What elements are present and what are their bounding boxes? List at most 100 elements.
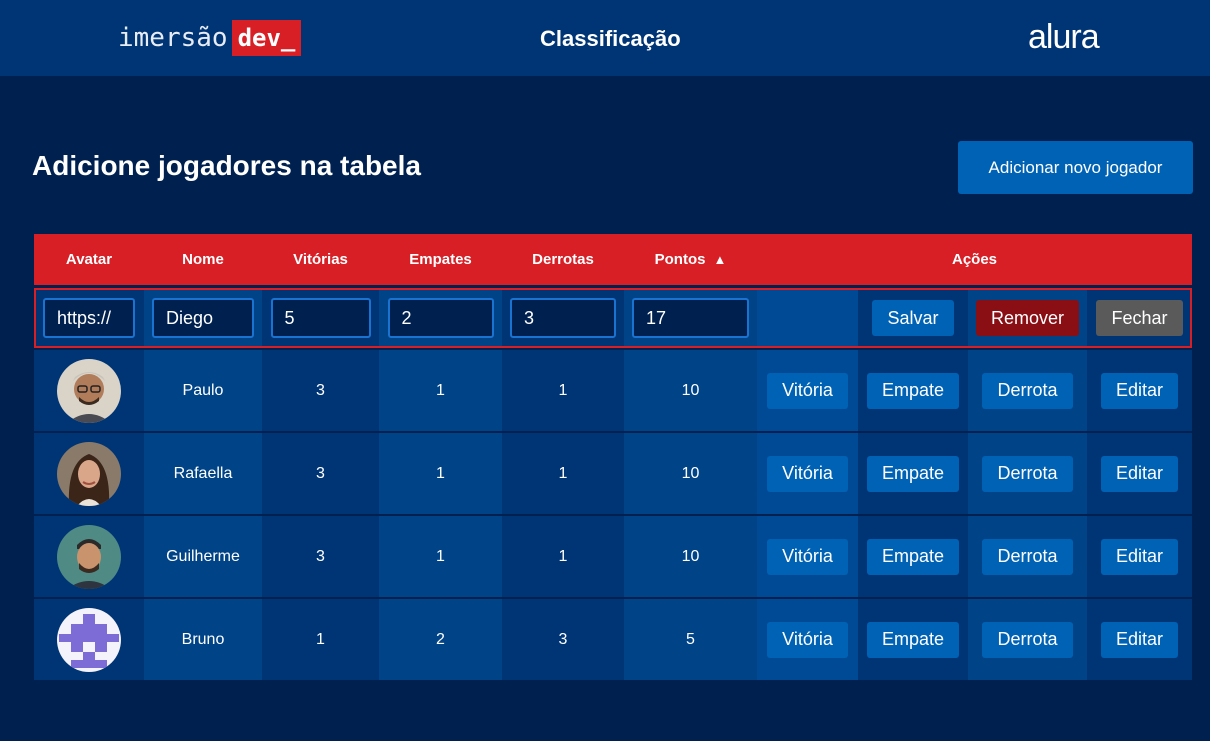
table-row: Paulo 3 1 1 10 Vitória Empate Derrota Ed…: [34, 350, 1192, 431]
header-pontos-label: Pontos: [654, 251, 706, 268]
name-cell: Paulo: [144, 350, 262, 431]
remove-button[interactable]: Remover: [975, 300, 1080, 336]
close-button[interactable]: Fechar: [1096, 300, 1183, 336]
vitorias-cell: 3: [262, 433, 379, 514]
table-row: Bruno 1 2 3 5 Vitória Empate Derrota Edi…: [34, 599, 1192, 680]
avatar-cell: [34, 599, 144, 680]
pontos-input[interactable]: [632, 298, 749, 338]
pontos-cell: 5: [624, 599, 757, 680]
action-cell: Editar: [1087, 599, 1192, 680]
defeat-button[interactable]: Derrota: [982, 621, 1073, 658]
avatar-cell: [34, 433, 144, 514]
avatar-cell: [34, 350, 144, 431]
pontos-cell: 10: [624, 516, 757, 597]
action-cell: Derrota: [968, 516, 1087, 597]
defeat-button[interactable]: Derrota: [982, 455, 1073, 492]
edit-save-cell: Salvar: [858, 288, 968, 348]
action-cell: Derrota: [968, 433, 1087, 514]
edit-remove-cell: Remover: [968, 288, 1087, 348]
derrotas-input[interactable]: [510, 298, 616, 338]
header-pontos[interactable]: Pontos ▲: [624, 251, 757, 268]
name-cell: Bruno: [144, 599, 262, 680]
action-cell: Empate: [858, 350, 968, 431]
name-input[interactable]: [152, 298, 254, 338]
empates-cell: 1: [379, 350, 502, 431]
victory-button[interactable]: Vitória: [767, 455, 848, 492]
edit-close-cell: Fechar: [1087, 288, 1192, 348]
imersao-dev-logo: imersão dev_: [118, 20, 302, 56]
draw-button[interactable]: Empate: [866, 538, 960, 575]
avatar-guilherme: [57, 524, 121, 589]
empates-cell: 1: [379, 433, 502, 514]
action-cell: Derrota: [968, 350, 1087, 431]
header-derrotas: Derrotas: [532, 251, 594, 268]
victory-button[interactable]: Vitória: [767, 372, 848, 409]
vitorias-input[interactable]: [270, 298, 371, 338]
action-cell: Vitória: [757, 433, 858, 514]
logo-word: imersão: [118, 23, 228, 53]
add-player-button[interactable]: Adicionar novo jogador: [958, 141, 1193, 194]
avatar-paulo: [57, 358, 121, 423]
pontos-cell: 10: [624, 350, 757, 431]
action-cell: Empate: [858, 599, 968, 680]
vitorias-cell: 3: [262, 350, 379, 431]
action-cell: Editar: [1087, 350, 1192, 431]
empates-input[interactable]: [387, 298, 494, 338]
edit-player-row: Salvar Remover Fechar: [34, 288, 1192, 348]
section-title: Adicione jogadores na tabela: [32, 150, 421, 181]
action-cell: Vitória: [757, 516, 858, 597]
draw-button[interactable]: Empate: [866, 621, 960, 658]
table-row: Guilherme 3 1 1 10 Vitória Empate Derrot…: [34, 516, 1192, 597]
derrotas-cell: 3: [502, 599, 624, 680]
table-row: Rafaella 3 1 1 10 Vitória Empate Derrota…: [34, 433, 1192, 514]
edit-button[interactable]: Editar: [1100, 538, 1179, 575]
action-cell: Empate: [858, 516, 968, 597]
header-avatar: Avatar: [65, 251, 113, 268]
page-title: Classificação: [540, 26, 681, 51]
action-cell: Empate: [858, 433, 968, 514]
edit-vitorias-cell: [262, 288, 379, 348]
alura-logo: alura: [1028, 18, 1100, 56]
edit-empty-cell: [757, 288, 858, 348]
avatar-bruno: [57, 607, 121, 672]
edit-derrotas-cell: [502, 288, 624, 348]
pontos-cell: 10: [624, 433, 757, 514]
defeat-button[interactable]: Derrota: [982, 372, 1073, 409]
avatar-url-input[interactable]: [43, 298, 135, 338]
header-acoes: Ações: [951, 251, 998, 268]
table-header: Avatar Nome Vitórias Empates Derrotas Po…: [34, 234, 1192, 285]
edit-avatar-cell: [34, 288, 144, 348]
logo-dev: dev_: [231, 20, 302, 56]
header-empates: Empates: [409, 251, 472, 268]
defeat-button[interactable]: Derrota: [982, 538, 1073, 575]
avatar-cell: [34, 516, 144, 597]
action-cell: Editar: [1087, 516, 1192, 597]
victory-button[interactable]: Vitória: [767, 621, 848, 658]
action-cell: Editar: [1087, 433, 1192, 514]
derrotas-cell: 1: [502, 433, 624, 514]
action-cell: Derrota: [968, 599, 1087, 680]
draw-button[interactable]: Empate: [866, 455, 960, 492]
vitorias-cell: 3: [262, 516, 379, 597]
derrotas-cell: 1: [502, 516, 624, 597]
header-nome: Nome: [182, 251, 224, 268]
vitorias-cell: 1: [262, 599, 379, 680]
save-button[interactable]: Salvar: [872, 300, 954, 336]
edit-button[interactable]: Editar: [1100, 455, 1179, 492]
action-cell: Vitória: [757, 350, 858, 431]
empates-cell: 2: [379, 599, 502, 680]
edit-button[interactable]: Editar: [1100, 621, 1179, 658]
avatar-rafaella: [57, 441, 121, 506]
edit-button[interactable]: Editar: [1100, 372, 1179, 409]
empates-cell: 1: [379, 516, 502, 597]
header-vitorias: Vitórias: [293, 251, 348, 268]
derrotas-cell: 1: [502, 350, 624, 431]
name-cell: Guilherme: [144, 516, 262, 597]
top-bar: imersão dev_ Classificação alura: [0, 0, 1210, 76]
victory-button[interactable]: Vitória: [767, 538, 848, 575]
edit-pontos-cell: [624, 288, 757, 348]
sort-ascending-icon[interactable]: ▲: [713, 252, 726, 267]
draw-button[interactable]: Empate: [866, 372, 960, 409]
edit-nome-cell: [144, 288, 262, 348]
players-table: Avatar Nome Vitórias Empates Derrotas Po…: [34, 234, 1192, 680]
